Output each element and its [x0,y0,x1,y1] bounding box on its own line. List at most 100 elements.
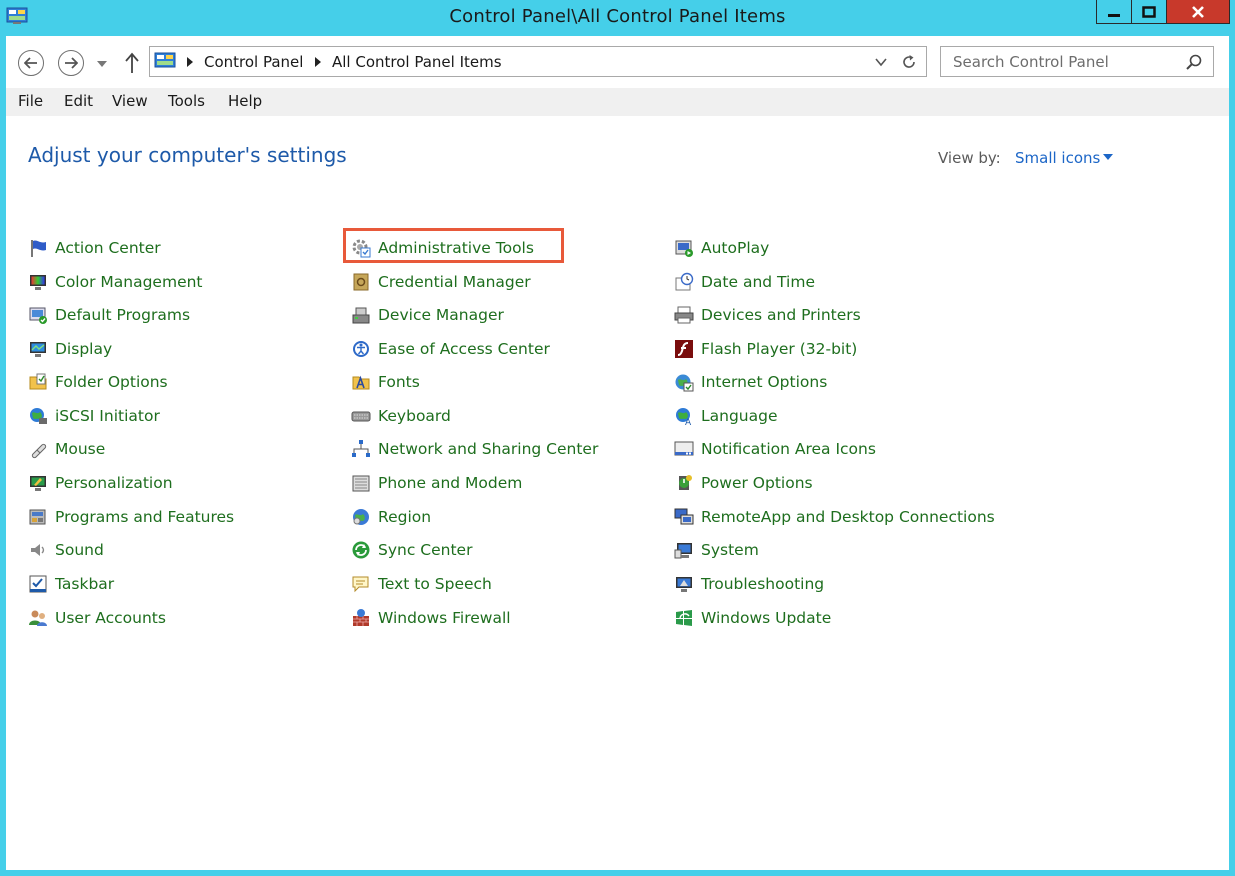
cp-item-label[interactable]: Phone and Modem [378,474,522,492]
recent-locations-dropdown-icon[interactable] [94,56,110,72]
cp-item-label[interactable]: System [701,541,759,559]
cp-item-notification-area-icons[interactable]: Notification Area Icons [674,436,876,462]
cp-item-label[interactable]: Troubleshooting [701,575,824,593]
cp-item-label[interactable]: Fonts [378,373,420,391]
cp-item-network-and-sharing-center[interactable]: Network and Sharing Center [351,436,598,462]
cp-item-device-manager[interactable]: Device Manager [351,302,504,328]
address-bar[interactable]: Control Panel All Control Panel Items [149,46,927,77]
search-icon[interactable] [1185,53,1203,71]
chevron-down-icon[interactable] [874,56,888,68]
cp-item-label[interactable]: Programs and Features [55,508,234,526]
cp-item-text-to-speech[interactable]: Text to Speech [351,571,492,597]
menu-view[interactable]: View [112,92,148,110]
cp-item-label[interactable]: Credential Manager [378,273,531,291]
cp-item-label[interactable]: Sound [55,541,104,559]
cp-item-credential-manager[interactable]: Credential Manager [351,269,531,295]
cp-item-windows-firewall[interactable]: Windows Firewall [351,605,511,631]
breadcrumb-all-items[interactable]: All Control Panel Items [332,53,502,71]
cp-item-label[interactable]: Display [55,340,112,358]
cp-item-folder-options[interactable]: Folder Options [28,369,168,395]
forward-button[interactable] [58,50,84,76]
cp-item-flash-player-32-bit[interactable]: Flash Player (32-bit) [674,336,857,362]
flash-icon [675,339,693,358]
cp-item-color-management[interactable]: Color Management [28,269,203,295]
cp-item-user-accounts[interactable]: User Accounts [28,605,166,631]
cp-item-keyboard[interactable]: Keyboard [351,403,451,429]
view-by-dropdown[interactable]: Small icons [1015,149,1100,167]
cp-item-label[interactable]: Device Manager [378,306,504,324]
refresh-icon[interactable] [900,53,918,71]
cp-item-sync-center[interactable]: Sync Center [351,537,472,563]
breadcrumb-arrow-icon[interactable] [186,56,194,68]
cp-item-sound[interactable]: Sound [28,537,104,563]
menu-tools[interactable]: Tools [168,92,205,110]
cp-item-label[interactable]: Flash Player (32-bit) [701,340,857,358]
cp-item-administrative-tools[interactable]: Administrative Tools [351,235,534,261]
cp-item-power-options[interactable]: Power Options [674,470,813,496]
cp-item-label[interactable]: Default Programs [55,306,190,324]
cp-item-label[interactable]: Keyboard [378,407,451,425]
up-arrow-icon[interactable] [123,52,141,74]
cp-item-fonts[interactable]: Fonts [351,369,420,395]
minimize-button[interactable] [1096,0,1132,24]
cp-item-label[interactable]: Language [701,407,778,425]
cp-item-label[interactable]: Power Options [701,474,813,492]
cp-item-taskbar[interactable]: Taskbar [28,571,114,597]
cp-item-label[interactable]: Notification Area Icons [701,440,876,458]
menu-edit[interactable]: Edit [64,92,93,110]
default-programs-icon [29,307,47,324]
cp-item-devices-and-printers[interactable]: Devices and Printers [674,302,861,328]
dropdown-arrow-icon[interactable] [1103,154,1113,161]
cp-item-language[interactable]: A Language [674,403,778,429]
cp-item-autoplay[interactable]: AutoPlay [674,235,769,261]
cp-item-label[interactable]: Sync Center [378,541,472,559]
cp-item-action-center[interactable]: Action Center [28,235,161,261]
cp-item-label[interactable]: Date and Time [701,273,815,291]
cp-item-label[interactable]: Devices and Printers [701,306,861,324]
phone-modem-icon [352,475,370,492]
cp-item-label[interactable]: Windows Update [701,609,831,627]
cp-item-label[interactable]: Text to Speech [378,575,492,593]
cp-item-label[interactable]: AutoPlay [701,239,769,257]
menu-file[interactable]: File [18,92,43,110]
control-panel-icon [154,52,176,68]
cp-item-internet-options[interactable]: Internet Options [674,369,827,395]
cp-item-region[interactable]: Region [351,504,431,530]
search-input[interactable] [941,47,1181,76]
breadcrumb-control-panel[interactable]: Control Panel [204,53,303,71]
cp-item-label[interactable]: Network and Sharing Center [378,440,598,458]
cp-item-label[interactable]: Windows Firewall [378,609,511,627]
back-button[interactable] [18,50,44,76]
cp-item-label[interactable]: Administrative Tools [378,239,534,257]
cp-item-default-programs[interactable]: Default Programs [28,302,190,328]
cp-item-phone-and-modem[interactable]: Phone and Modem [351,470,522,496]
cp-item-label[interactable]: Personalization [55,474,173,492]
cp-item-label[interactable]: Action Center [55,239,161,257]
cp-item-label[interactable]: Mouse [55,440,105,458]
cp-item-ease-of-access-center[interactable]: Ease of Access Center [351,336,550,362]
cp-item-label[interactable]: Internet Options [701,373,827,391]
cp-item-label[interactable]: Region [378,508,431,526]
cp-item-date-and-time[interactable]: Date and Time [674,269,815,295]
title-bar: Control Panel\All Control Panel Items [0,0,1235,36]
breadcrumb-arrow-icon[interactable] [314,56,322,68]
cp-item-troubleshooting[interactable]: Troubleshooting [674,571,824,597]
cp-item-display[interactable]: Display [28,336,112,362]
cp-item-label[interactable]: Taskbar [55,575,114,593]
cp-item-label[interactable]: Ease of Access Center [378,340,550,358]
cp-item-label[interactable]: RemoteApp and Desktop Connections [701,508,995,526]
cp-item-programs-and-features[interactable]: Programs and Features [28,504,234,530]
cp-item-mouse[interactable]: Mouse [28,436,105,462]
cp-item-windows-update[interactable]: Windows Update [674,605,831,631]
cp-item-system[interactable]: System [674,537,759,563]
cp-item-label[interactable]: Color Management [55,273,203,291]
cp-item-remoteapp-and-desktop-connections[interactable]: RemoteApp and Desktop Connections [674,504,995,530]
maximize-button[interactable] [1131,0,1167,24]
cp-item-label[interactable]: iSCSI Initiator [55,407,160,425]
menu-help[interactable]: Help [228,92,262,110]
cp-item-label[interactable]: Folder Options [55,373,168,391]
cp-item-label[interactable]: User Accounts [55,609,166,627]
cp-item-iscsi-initiator[interactable]: iSCSI Initiator [28,403,160,429]
close-button[interactable] [1166,0,1230,24]
cp-item-personalization[interactable]: Personalization [28,470,173,496]
